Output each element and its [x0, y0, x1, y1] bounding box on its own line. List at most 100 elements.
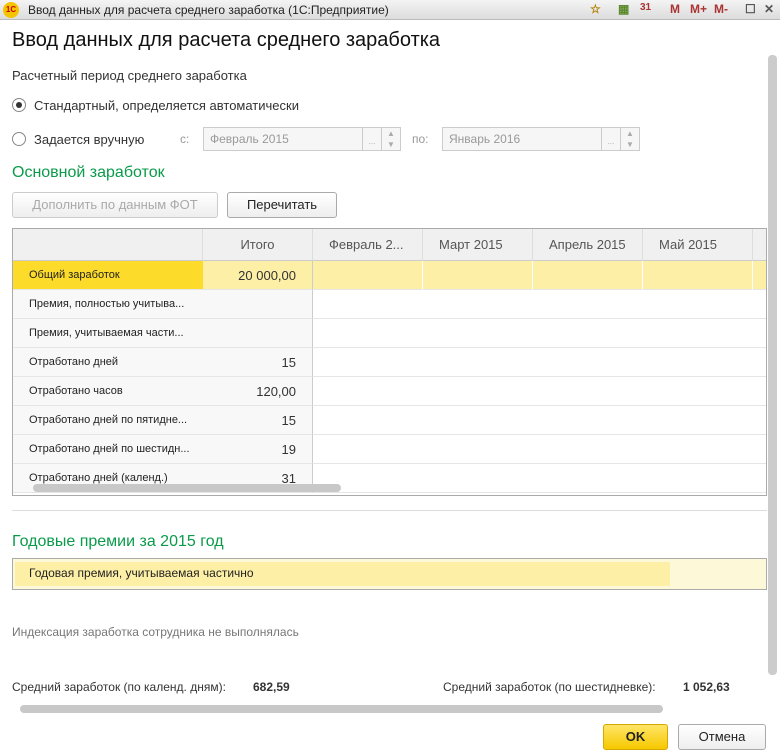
- radio-auto[interactable]: [12, 98, 26, 112]
- avg-calendar-value: 682,59: [253, 680, 290, 694]
- table-cell[interactable]: [423, 290, 533, 319]
- calendar-icon[interactable]: 31: [640, 2, 651, 13]
- table-row-label[interactable]: Премия, учитываемая части...: [13, 319, 203, 348]
- table-cell[interactable]: [753, 319, 766, 348]
- table-row-label[interactable]: Отработано дней: [13, 348, 203, 377]
- table-cell[interactable]: [643, 464, 753, 493]
- from-select-button[interactable]: ...: [362, 127, 382, 151]
- table-row-label[interactable]: Премия, полностью учитыва...: [13, 290, 203, 319]
- ok-button[interactable]: OK: [603, 724, 668, 750]
- table-cell[interactable]: [423, 435, 533, 464]
- table-cell[interactable]: [753, 348, 766, 377]
- column-header[interactable]: Март 2015: [423, 229, 533, 261]
- table-cell[interactable]: [533, 290, 643, 319]
- form-vertical-scrollbar[interactable]: [768, 55, 777, 675]
- to-label: по:: [412, 132, 429, 146]
- table-cell[interactable]: [313, 261, 423, 290]
- table-cell[interactable]: [423, 377, 533, 406]
- table-cell[interactable]: [753, 435, 766, 464]
- table-cell[interactable]: [643, 290, 753, 319]
- close-icon[interactable]: ✕: [764, 2, 774, 16]
- table-cell-total[interactable]: 15: [203, 348, 313, 377]
- table-cell-total[interactable]: [203, 319, 313, 348]
- avg-sixday-value: 1 052,63: [683, 680, 730, 694]
- memory-plus-button[interactable]: M+: [690, 2, 707, 16]
- table-cell-total[interactable]: 120,00: [203, 377, 313, 406]
- table-cell[interactable]: [313, 348, 423, 377]
- to-period-input[interactable]: Январь 2016: [442, 127, 602, 151]
- column-header[interactable]: Май 2015: [643, 229, 753, 261]
- annual-bonus-table[interactable]: Годовая премия, учитываемая частично: [12, 558, 767, 590]
- table-cell[interactable]: [753, 290, 766, 319]
- table-cell[interactable]: [533, 464, 643, 493]
- annual-bonus-row[interactable]: Годовая премия, учитываемая частично: [15, 562, 670, 586]
- column-header[interactable]: Апрель 2015: [533, 229, 643, 261]
- to-spin-button[interactable]: ▲ ▼: [620, 127, 640, 151]
- table-cell[interactable]: [643, 348, 753, 377]
- divider: [12, 510, 767, 511]
- table-cell[interactable]: [423, 261, 533, 290]
- table-cell[interactable]: [643, 435, 753, 464]
- cancel-button[interactable]: Отмена: [678, 724, 766, 750]
- table-cell[interactable]: [423, 348, 533, 377]
- star-icon[interactable]: ☆: [590, 2, 601, 16]
- calculator-icon[interactable]: ▦: [618, 2, 629, 16]
- table-cell[interactable]: [533, 406, 643, 435]
- table-cell[interactable]: [423, 406, 533, 435]
- radio-auto-label[interactable]: Стандартный, определяется автоматически: [34, 98, 299, 113]
- table-cell[interactable]: [313, 319, 423, 348]
- table-cell[interactable]: [753, 261, 766, 290]
- avg-calendar-label: Средний заработок (по календ. дням):: [12, 680, 226, 694]
- column-header[interactable]: [13, 229, 203, 261]
- from-label: с:: [180, 132, 190, 146]
- fill-from-payroll-button[interactable]: Дополнить по данным ФОТ: [12, 192, 218, 218]
- table-cell[interactable]: [753, 406, 766, 435]
- page-title: Ввод данных для расчета среднего заработ…: [12, 29, 441, 51]
- app-logo-icon: 1С: [3, 2, 19, 18]
- from-period-input[interactable]: Февраль 2015: [203, 127, 363, 151]
- earnings-table[interactable]: Итого Февраль 2... Март 2015 Апрель 2015 Май…: [12, 228, 767, 496]
- memory-button[interactable]: M: [670, 2, 680, 16]
- radio-manual[interactable]: [12, 132, 26, 146]
- table-cell[interactable]: [643, 377, 753, 406]
- table-cell[interactable]: [643, 319, 753, 348]
- to-select-button[interactable]: ...: [601, 127, 621, 151]
- table-cell-total[interactable]: 20 000,00: [203, 261, 313, 290]
- main-earnings-heading: Основной заработок: [12, 164, 165, 181]
- radio-manual-label[interactable]: Задается вручную: [34, 132, 144, 147]
- reread-button[interactable]: Перечитать: [227, 192, 337, 218]
- table-cell[interactable]: [423, 319, 533, 348]
- column-header: [753, 229, 766, 261]
- table-row-label[interactable]: Отработано дней по шестидн...: [13, 435, 203, 464]
- window-titlebar: 1С Ввод данных для расчета среднего зара…: [0, 0, 780, 20]
- table-cell[interactable]: [533, 261, 643, 290]
- table-cell-total[interactable]: [203, 290, 313, 319]
- table-cell[interactable]: [533, 377, 643, 406]
- table-cell[interactable]: [753, 464, 766, 493]
- maximize-icon[interactable]: ☐: [745, 2, 756, 16]
- table-row-label[interactable]: Отработано часов: [13, 377, 203, 406]
- table-cell[interactable]: [313, 435, 423, 464]
- table-cell[interactable]: [313, 377, 423, 406]
- table-cell[interactable]: [533, 348, 643, 377]
- table-cell[interactable]: [313, 290, 423, 319]
- table-cell[interactable]: [423, 464, 533, 493]
- form-horizontal-scrollbar[interactable]: [20, 705, 663, 713]
- table-cell[interactable]: [753, 377, 766, 406]
- table-cell-total[interactable]: 15: [203, 406, 313, 435]
- table-cell[interactable]: [643, 261, 753, 290]
- from-spin-button[interactable]: ▲ ▼: [381, 127, 401, 151]
- table-cell[interactable]: [533, 435, 643, 464]
- column-header[interactable]: Итого: [203, 229, 313, 261]
- table-cell[interactable]: [643, 406, 753, 435]
- table-cell[interactable]: [533, 319, 643, 348]
- horizontal-scrollbar[interactable]: [33, 484, 341, 492]
- table-row-label[interactable]: Отработано дней по пятидне...: [13, 406, 203, 435]
- memory-minus-button[interactable]: M-: [714, 2, 728, 16]
- indexation-note: Индексация заработка сотрудника не выпол…: [12, 625, 299, 639]
- table-cell-total[interactable]: 19: [203, 435, 313, 464]
- column-header[interactable]: Февраль 2...: [313, 229, 423, 261]
- table-row-label[interactable]: Общий заработок: [13, 261, 203, 290]
- table-cell[interactable]: [313, 406, 423, 435]
- window-title: Ввод данных для расчета среднего заработ…: [28, 3, 389, 17]
